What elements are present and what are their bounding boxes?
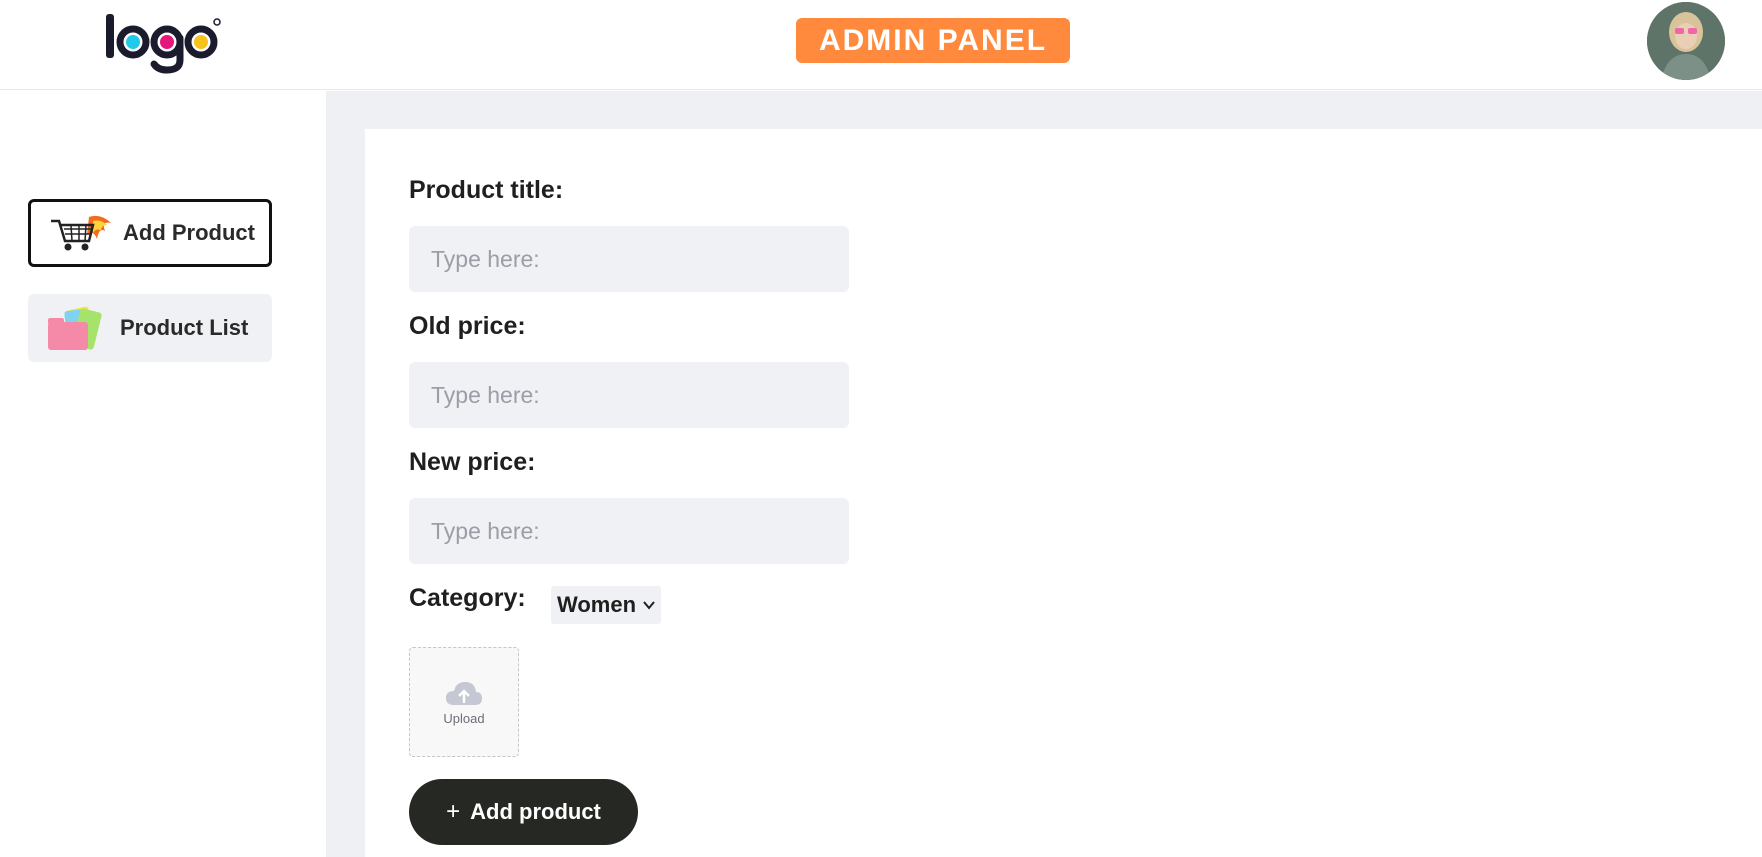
cloud-upload-icon <box>446 681 482 705</box>
old-price-label: Old price: <box>409 312 526 340</box>
new-price-input[interactable] <box>409 498 849 564</box>
product-title-input[interactable] <box>409 226 849 292</box>
user-avatar[interactable] <box>1647 2 1725 80</box>
chevron-down-icon <box>643 601 655 610</box>
cart-fire-icon <box>51 215 111 251</box>
logo-icon <box>106 14 221 74</box>
brand-logo[interactable] <box>104 12 224 74</box>
top-header: ADMIN PANEL <box>0 0 1762 90</box>
sidebar-item-label: Add Product <box>123 220 255 245</box>
old-price-input[interactable] <box>409 362 849 428</box>
sidebar: Add Product Product List <box>0 91 326 857</box>
add-product-button[interactable]: + Add product <box>409 779 638 845</box>
sidebar-item-add-product[interactable]: Add Product <box>28 199 272 267</box>
sidebar-item-product-list[interactable]: Product List <box>28 294 272 362</box>
plus-icon: + <box>446 798 461 825</box>
admin-panel-badge: ADMIN PANEL <box>796 18 1070 63</box>
folders-icon <box>48 306 102 350</box>
category-selected-value: Women <box>557 592 637 617</box>
add-product-button-label: Add product <box>470 799 601 824</box>
sidebar-item-label: Product List <box>120 315 249 340</box>
upload-label: Upload <box>443 710 485 726</box>
product-title-label: Product title: <box>409 176 564 204</box>
category-label: Category: <box>409 584 526 612</box>
image-upload-area[interactable]: Upload <box>409 647 519 757</box>
category-select[interactable]: Women <box>551 586 661 624</box>
new-price-label: New price: <box>409 448 536 476</box>
avatar-photo <box>1647 2 1725 80</box>
